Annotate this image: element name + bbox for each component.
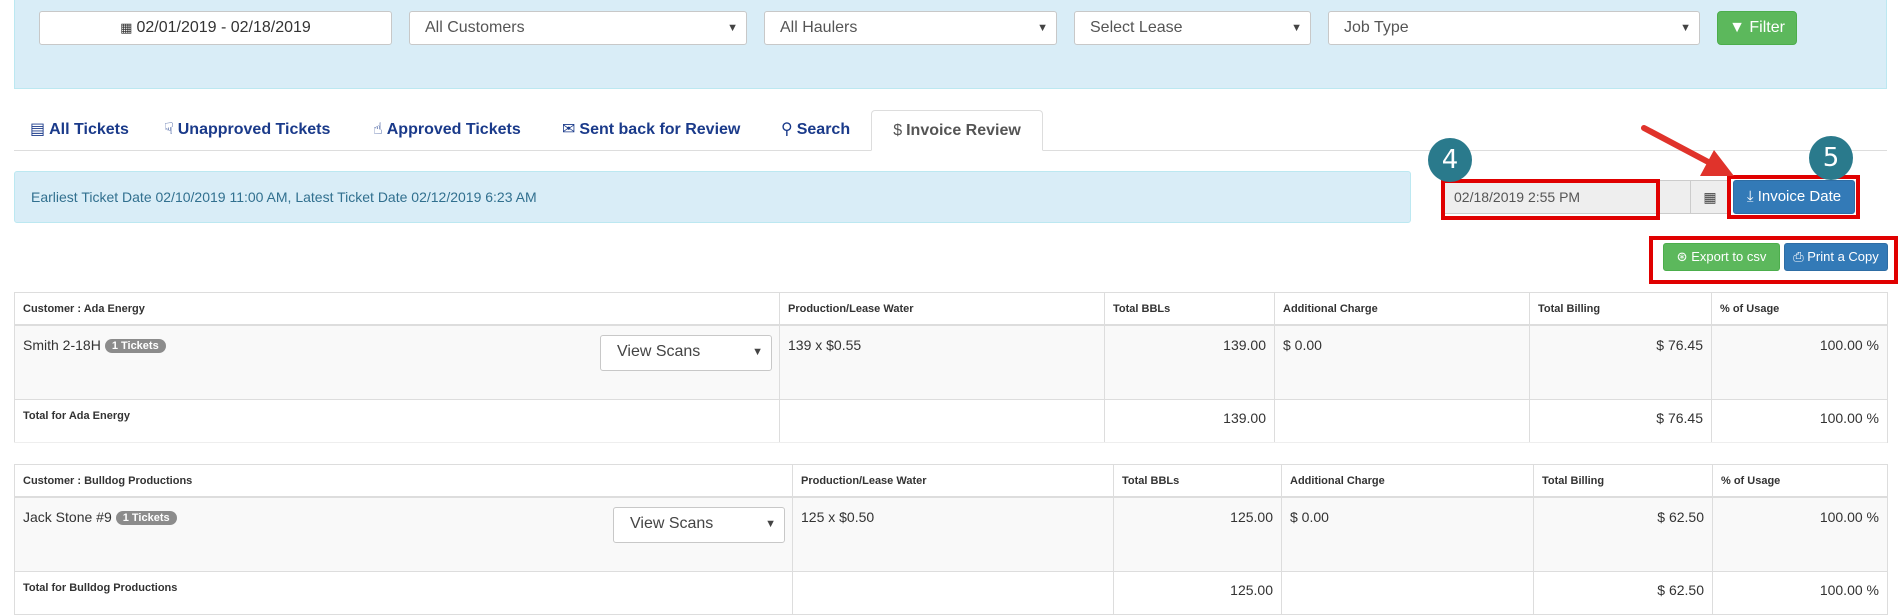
view-scans-label: View Scans (617, 343, 701, 360)
tab-approved-tickets[interactable]: ☝ Approved Tickets (373, 110, 521, 150)
tab-label: Search (796, 121, 851, 138)
lease-select[interactable]: Select Lease ▼ (1074, 11, 1311, 45)
highlight-invoice-date-input (1441, 179, 1660, 220)
total-label: Total for Ada Energy (14, 399, 780, 443)
well-cell: Smith 2-18H 1 Tickets View Scans ▼ (14, 324, 780, 400)
column-header: Total BBLs (1113, 464, 1282, 498)
ticket-date-info: Earliest Ticket Date 02/10/2019 11:00 AM… (14, 171, 1411, 223)
chevron-down-icon: ▼ (727, 22, 738, 34)
tab-label: Invoice Review (906, 122, 1021, 139)
chevron-down-icon: ▼ (1680, 22, 1691, 34)
additional-charge-cell: $ 0.00 (1274, 324, 1530, 400)
filter-button-label: Filter (1749, 19, 1785, 36)
date-range-picker[interactable]: ▦ 02/01/2019 - 02/18/2019 (39, 11, 392, 45)
total-usage-cell: 100.00 % (1711, 399, 1888, 443)
column-header: % of Usage (1712, 464, 1888, 498)
total-usage-cell: 100.00 % (1712, 571, 1888, 615)
envelope-icon: ✉ (562, 121, 576, 138)
tab-all-tickets[interactable]: ▤ All Tickets (30, 110, 129, 150)
table-header-row: Customer : Bulldog Productions Productio… (14, 464, 1888, 498)
total-bbls-cell: 125.00 (1113, 571, 1282, 615)
column-header: Total Billing (1529, 292, 1712, 326)
view-scans-label: View Scans (630, 515, 714, 532)
chevron-down-icon: ▼ (1291, 22, 1302, 34)
production-cell: 125 x $0.50 (792, 496, 1114, 572)
total-row: Total for Ada Energy 139.00 $ 76.45 100.… (14, 399, 1888, 443)
highlight-invoice-date-button (1727, 175, 1860, 219)
table-row: Smith 2-18H 1 Tickets View Scans ▼ 139 x … (14, 324, 1888, 400)
tab-unapproved-tickets[interactable]: ☟ Unapproved Tickets (164, 110, 330, 150)
view-scans-select[interactable]: View Scans ▼ (600, 335, 772, 371)
ticket-count-badge[interactable]: 1 Tickets (115, 511, 177, 525)
billing-cell: $ 76.45 (1529, 324, 1712, 400)
total-billing-cell: $ 62.50 (1533, 571, 1713, 615)
well-name: Smith 2-18H (23, 337, 101, 353)
billing-cell: $ 62.50 (1533, 496, 1713, 572)
column-header: Total BBLs (1104, 292, 1275, 326)
usage-cell: 100.00 % (1712, 496, 1888, 572)
tab-label: Approved Tickets (386, 121, 521, 138)
calendar-icon: ▦ (120, 20, 133, 35)
column-header: Total Billing (1533, 464, 1713, 498)
bbls-cell: 125.00 (1113, 496, 1282, 572)
customer-header: Customer : Ada Energy (14, 292, 780, 326)
table-separator (14, 442, 1887, 443)
total-label: Total for Bulldog Productions (14, 571, 793, 615)
column-header: Additional Charge (1281, 464, 1534, 498)
customer-select[interactable]: All Customers ▼ (409, 11, 747, 45)
tab-label: All Tickets (49, 121, 129, 138)
lease-select-value: Select Lease (1090, 19, 1183, 36)
customer-select-value: All Customers (425, 19, 525, 36)
chevron-down-icon: ▼ (752, 346, 763, 358)
empty-cell (792, 571, 1114, 615)
thumbs-up-icon: ☝ (373, 121, 383, 138)
well-name: Jack Stone #9 (23, 509, 112, 525)
step-5-badge: 5 (1809, 136, 1853, 180)
hauler-select-value: All Haulers (780, 19, 858, 36)
column-header: Additional Charge (1274, 292, 1530, 326)
step-4-badge: 4 (1428, 138, 1472, 182)
column-header: Production/Lease Water (792, 464, 1114, 498)
additional-charge-cell: $ 0.00 (1281, 496, 1534, 572)
chevron-down-icon: ▼ (765, 518, 776, 530)
search-icon: ⚲ (781, 121, 793, 138)
tab-invoice-review[interactable]: $ Invoice Review (871, 110, 1043, 151)
ticket-count-badge[interactable]: 1 Tickets (104, 339, 166, 353)
empty-cell (1281, 571, 1534, 615)
list-icon: ▤ (30, 121, 46, 138)
column-header: Production/Lease Water (779, 292, 1105, 326)
highlight-export-buttons (1649, 236, 1898, 284)
empty-cell (779, 399, 1105, 443)
bbls-cell: 139.00 (1104, 324, 1275, 400)
view-scans-select[interactable]: View Scans ▼ (613, 507, 785, 543)
chevron-down-icon: ▼ (1037, 22, 1048, 34)
total-billing-cell: $ 76.45 (1529, 399, 1712, 443)
thumbs-down-icon: ☟ (164, 121, 174, 138)
tab-sent-back-for-review[interactable]: ✉ Sent back for Review (562, 110, 740, 150)
tab-search[interactable]: ⚲ Search (781, 110, 850, 150)
table-header-row: Customer : Ada Energy Production/Lease W… (14, 292, 1888, 326)
tab-label: Unapproved Tickets (177, 121, 331, 138)
column-header: % of Usage (1711, 292, 1888, 326)
empty-cell (1274, 399, 1530, 443)
tab-label: Sent back for Review (579, 121, 741, 138)
hauler-select[interactable]: All Haulers ▼ (764, 11, 1057, 45)
customer-table: Customer : Ada Energy Production/Lease W… (14, 292, 1888, 443)
total-row: Total for Bulldog Productions 125.00 $ 6… (14, 571, 1888, 615)
customer-table: Customer : Bulldog Productions Productio… (14, 464, 1888, 615)
funnel-icon: ▼ (1729, 19, 1745, 36)
dollar-icon: $ (893, 122, 903, 139)
job-type-select-value: Job Type (1344, 19, 1409, 36)
arrow-annotation (1641, 125, 1734, 176)
usage-cell: 100.00 % (1711, 324, 1888, 400)
total-bbls-cell: 139.00 (1104, 399, 1275, 443)
filter-button[interactable]: ▼ Filter (1717, 11, 1797, 45)
well-cell: Jack Stone #9 1 Tickets View Scans ▼ (14, 496, 793, 572)
customer-header: Customer : Bulldog Productions (14, 464, 793, 498)
job-type-select[interactable]: Job Type ▼ (1328, 11, 1700, 45)
table-row: Jack Stone #9 1 Tickets View Scans ▼ 125 … (14, 496, 1888, 572)
date-range-value: 02/01/2019 - 02/18/2019 (136, 19, 311, 36)
production-cell: 139 x $0.55 (779, 324, 1105, 400)
